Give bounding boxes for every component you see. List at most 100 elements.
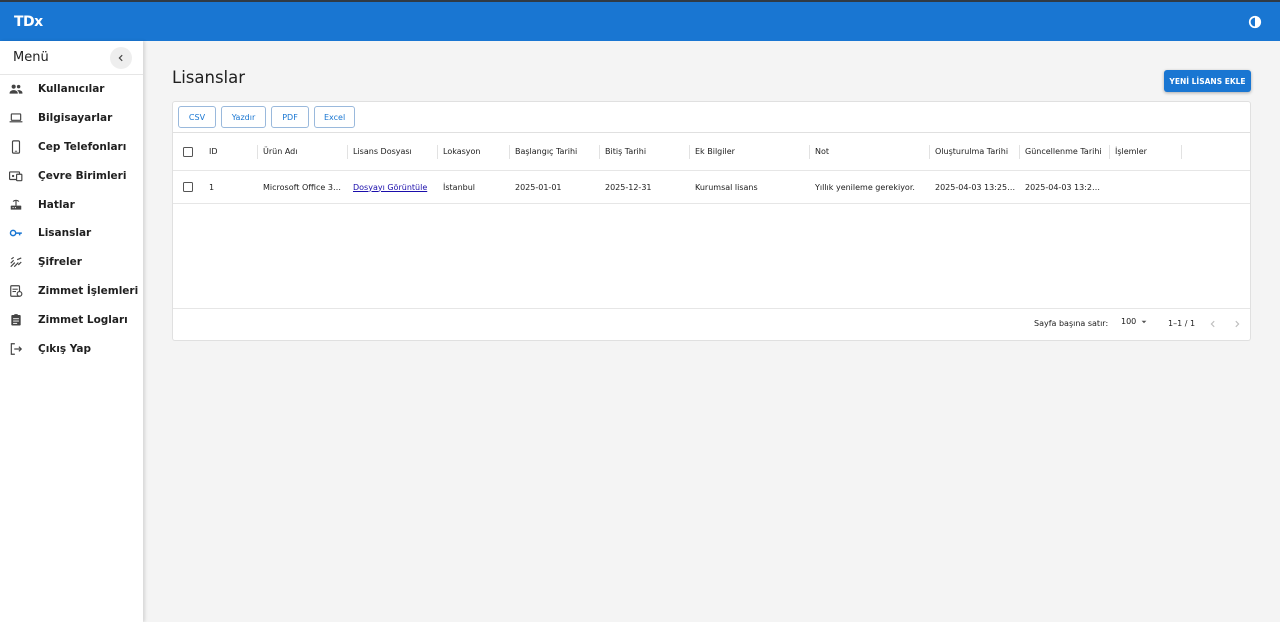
rows-per-page-value: 100	[1121, 317, 1137, 326]
column-separator	[1181, 145, 1182, 159]
cell-start-date: 2025-01-01	[515, 182, 562, 192]
devices-icon	[9, 169, 23, 183]
cell-created: 2025-04-03 13:25:12	[935, 171, 1017, 203]
column-header-not[interactable]: Not	[815, 133, 929, 170]
users-icon	[9, 82, 23, 96]
previous-page-button[interactable]	[1206, 317, 1220, 331]
column-header-label: Güncellenme Tarihi	[1025, 147, 1102, 156]
column-header-ek-bilgiler[interactable]: Ek Bilgiler	[695, 133, 809, 170]
sidebar-item-cep-telefonlari[interactable]: Cep Telefonları	[0, 133, 143, 162]
sidebar-item-label: Şifreler	[38, 256, 82, 269]
licenses-table: ID Ürün Adı Lisans Dosyası Lokasyon Başl…	[172, 133, 1251, 341]
select-all-checkbox-cell	[183, 133, 197, 170]
column-separator[interactable]	[929, 145, 930, 159]
cell-extra-info: Kurumsal lisans	[695, 182, 758, 192]
cell-end-date: 2025-12-31	[605, 182, 652, 192]
app-logo: TDx	[14, 13, 43, 30]
table-row[interactable]: 1 Microsoft Office 365 Dosyayı Görüntüle…	[173, 171, 1250, 204]
export-pdf-button[interactable]: PDF	[271, 106, 309, 128]
column-header-baslangic-tarihi[interactable]: Başlangıç Tarihi	[515, 133, 599, 170]
sidebar-item-label: Çevre Birimleri	[38, 169, 127, 182]
logout-icon	[9, 342, 23, 356]
sidebar-item-label: Bilgisayarlar	[38, 112, 113, 125]
export-excel-button[interactable]: Excel	[314, 106, 355, 128]
sidebar-header: Menü	[0, 41, 143, 75]
sidebar-item-zimmet-islemleri[interactable]: Zimmet İşlemleri	[0, 277, 143, 306]
laptop-icon	[9, 111, 23, 125]
table-header: ID Ürün Adı Lisans Dosyası Lokasyon Başl…	[173, 133, 1250, 171]
sidebar-item-hatlar[interactable]: Hatlar	[0, 190, 143, 219]
sidebar: Menü Kullanıcılar Bilgisayarlar Cep Tele…	[0, 41, 143, 622]
cell-updated: 2025-04-03 13:25:12	[1025, 171, 1105, 203]
column-separator[interactable]	[1109, 145, 1110, 159]
cell-product: Microsoft Office 365	[263, 171, 343, 203]
column-header-guncellenme-tarihi[interactable]: Güncellenme Tarihi	[1025, 133, 1105, 170]
chevron-left-icon	[1210, 320, 1215, 328]
cell-note: Yıllık yenileme gerekiyor.	[815, 182, 915, 192]
column-header-lisans-dosyasi[interactable]: Lisans Dosyası	[353, 133, 435, 170]
rows-per-page-select[interactable]: 100	[1121, 317, 1148, 326]
column-header-olusturulma-tarihi[interactable]: Oluşturulma Tarihi	[935, 133, 1019, 170]
cell-created-text: 2025-04-03 13:25:12	[935, 182, 1017, 192]
column-separator[interactable]	[509, 145, 510, 159]
sidebar-item-label: Kullanıcılar	[38, 83, 105, 96]
row-checkbox[interactable]	[183, 182, 193, 192]
cell-actions	[1115, 171, 1179, 203]
key-icon	[9, 226, 23, 240]
collapse-sidebar-button[interactable]	[110, 46, 132, 69]
column-separator[interactable]	[599, 145, 600, 159]
column-separator[interactable]	[809, 145, 810, 159]
sidebar-item-lisanslar[interactable]: Lisanslar	[0, 219, 143, 248]
export-csv-button[interactable]: CSV	[178, 106, 216, 128]
cell-product-text: Microsoft Office 365	[263, 182, 343, 192]
column-header-bitis-tarihi[interactable]: Bitiş Tarihi	[605, 133, 689, 170]
column-header-islemler: İşlemler	[1115, 147, 1147, 156]
chevron-left-icon	[118, 54, 123, 61]
chevron-right-icon	[1235, 320, 1240, 328]
sidebar-item-label: Çıkış Yap	[38, 342, 92, 355]
column-separator[interactable]	[437, 145, 438, 159]
cell-file: Dosyayı Görüntüle	[353, 171, 435, 203]
sidebar-item-cikis-yap[interactable]: Çıkış Yap	[0, 334, 143, 363]
view-file-link[interactable]: Dosyayı Görüntüle	[353, 183, 427, 192]
sidebar-item-cevre-birimleri[interactable]: Çevre Birimleri	[0, 161, 143, 190]
sidebar-item-label: Zimmet Logları	[38, 313, 128, 326]
clipboard-icon	[9, 313, 23, 327]
column-separator[interactable]	[257, 145, 258, 159]
column-separator[interactable]	[1019, 145, 1020, 159]
password-icon	[9, 255, 23, 269]
caret-down-icon	[1141, 320, 1147, 323]
page-title: Lisanslar	[172, 68, 246, 87]
column-separator[interactable]	[689, 145, 690, 159]
sidebar-item-sifreler[interactable]: Şifreler	[0, 248, 143, 277]
cell-updated-text: 2025-04-03 13:25:12	[1025, 182, 1105, 192]
sidebar-item-label: Lisanslar	[38, 227, 92, 240]
select-all-checkbox[interactable]	[183, 146, 193, 157]
print-button[interactable]: Yazdır	[221, 106, 266, 128]
app-header: TDx	[0, 0, 1280, 41]
cell-location: İstanbul	[443, 182, 476, 192]
sidebar-item-zimmet-loglari[interactable]: Zimmet Logları	[0, 305, 143, 334]
column-header-urun-adi[interactable]: Ürün Adı	[263, 133, 343, 170]
row-checkbox-cell	[183, 171, 197, 203]
cell-id: 1	[209, 182, 215, 192]
table-footer: Sayfa başına satır: 100 1–1 / 1	[173, 308, 1250, 340]
sidebar-title: Menü	[13, 50, 49, 65]
column-separator[interactable]	[347, 145, 348, 159]
sidebar-item-label: Hatlar	[38, 198, 75, 211]
sidebar-item-label: Cep Telefonları	[38, 140, 127, 153]
sidebar-item-label: Zimmet İşlemleri	[38, 284, 139, 297]
phone-icon	[9, 140, 23, 154]
next-page-button[interactable]	[1230, 317, 1244, 331]
column-header-id[interactable]: ID	[209, 133, 249, 170]
router-icon	[9, 198, 23, 212]
column-header-lokasyon[interactable]: Lokasyon	[443, 133, 507, 170]
assignment-icon	[9, 284, 23, 298]
grid-toolbar: CSV Yazdır PDF Excel	[172, 101, 1251, 133]
pagination-range: 1–1 / 1	[1168, 319, 1196, 328]
rows-per-page-label: Sayfa başına satır:	[1034, 319, 1109, 328]
theme-toggle-icon[interactable]	[1244, 11, 1266, 33]
sidebar-item-bilgisayarlar[interactable]: Bilgisayarlar	[0, 104, 143, 133]
add-license-button[interactable]: YENİ LİSANS EKLE	[1164, 70, 1251, 92]
sidebar-item-kullanicilar[interactable]: Kullanıcılar	[0, 75, 143, 104]
